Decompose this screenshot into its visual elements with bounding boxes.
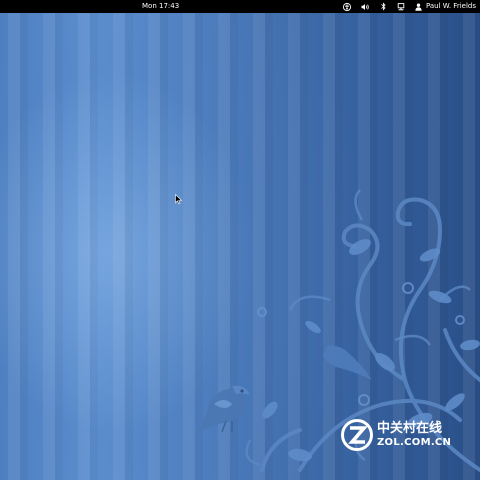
wallpaper-vine-artwork [198,189,480,472]
user-name: Paul W. Frields [425,2,476,10]
clock[interactable]: Mon 17:43 [142,0,179,13]
bluetooth-icon[interactable] [380,0,387,13]
user-icon [415,0,422,13]
zol-url: ZOL.COM.CN [377,437,452,448]
desktop-background[interactable] [0,13,480,480]
gnome-desktop-screen: Mon 17:43 Paul W. Frields 中关村在线 ZOL.COM.… [0,0,480,480]
status-area: Paul W. Frields [343,0,476,13]
user-menu[interactable]: Paul W. Frields [415,0,476,13]
top-bar: Mon 17:43 Paul W. Frields [0,0,480,13]
mouse-cursor-icon [175,194,183,205]
accessibility-icon[interactable] [343,0,352,13]
zol-logo-icon [341,419,373,451]
zol-watermark: 中关村在线 ZOL.COM.CN [340,418,451,452]
zol-text: 中关村在线 ZOL.COM.CN [377,422,451,448]
volume-icon[interactable] [361,0,371,13]
zol-chinese-name: 中关村在线 [377,421,443,436]
network-icon[interactable] [397,0,406,13]
